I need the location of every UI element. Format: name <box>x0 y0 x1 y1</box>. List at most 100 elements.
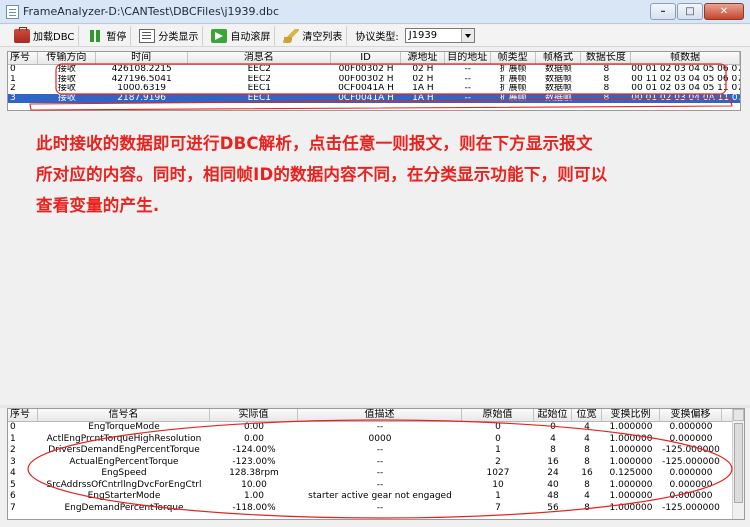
auto-scroll-button[interactable]: 自动滚屏 <box>207 25 276 46</box>
col-header-start-bit[interactable]: 起始位 <box>534 409 572 421</box>
cell-index: 0 <box>10 65 16 74</box>
table-row[interactable]: 3 ActualEngPercentTorque -123.00% -- 2 16 8 1.0… <box>8 457 744 469</box>
table-row[interactable]: 1 接收 427196.5041 EEC2 00F00302 H 02 H -- 扩展帧 数据帧… <box>8 75 740 85</box>
cell-raw-value: 1 <box>495 445 501 455</box>
toolbar: 加载DBC 暂停 分类显示 自动滚屏 清空列表 协议类型: J1939 <box>0 25 750 47</box>
protocol-label: 协议类型: <box>355 32 399 43</box>
table-row[interactable]: 2 接收 1000.6319 EEC1 0CF0041A H 1A H -- 扩展帧 数据帧 8 0… <box>8 84 740 94</box>
cell-direction: 接收 <box>57 84 76 93</box>
col-header-signal-name[interactable]: 信号名 <box>38 409 210 421</box>
cell-scale: 1.000000 <box>609 422 653 432</box>
cell-index: 4 <box>10 468 16 478</box>
load-dbc-label: 加载DBC <box>33 32 75 43</box>
cell-frame-type: 扩展帧 <box>499 65 527 74</box>
table-row[interactable]: 4 EngSpeed 128.38rpm -- 1027 24 16 0.125000 0.00… <box>8 468 744 480</box>
annotation-line-2: 所对应的内容。同时，相同帧ID的数据内容不同，在分类显示功能下，则可以 <box>36 165 608 184</box>
cell-index: 3 <box>10 456 16 467</box>
protocol-select[interactable]: J1939 <box>404 28 475 43</box>
table-row[interactable]: 2 DriversDemandEngPercentTorque -124.00% --… <box>8 445 744 457</box>
main-window: FrameAnalyzer-D:\CANTest\DBCFiles\j1939.… <box>0 0 750 527</box>
app-icon <box>6 5 19 19</box>
cell-value-description: -- <box>376 422 384 432</box>
cell-actual-value: -118.00% <box>232 502 276 513</box>
cell-offset: 0.000000 <box>669 491 713 501</box>
frame-table-body: 0 接收 426108.2215 EEC2 00F00302 H 02 H -- 扩展帧 数据帧… <box>8 65 740 103</box>
col-header-frame-format[interactable]: 帧格式 <box>536 52 582 64</box>
cell-source: 1A H <box>412 93 434 103</box>
maximize-button[interactable]: □ <box>677 3 703 20</box>
cell-bit-width: 8 <box>584 445 590 455</box>
cell-start-bit: 56 <box>547 502 559 513</box>
cell-offset: -125.000000 <box>662 502 720 513</box>
cell-value-description: starter active gear not engaged <box>308 491 452 501</box>
vertical-scrollbar[interactable] <box>732 409 744 519</box>
table-row[interactable]: 3 接收 2187.9196 EEC1 0CF0041A H 1A H -- 扩展帧 数据帧 8 0… <box>8 93 740 103</box>
cell-start-bit: 8 <box>550 445 556 455</box>
cell-start-bit: 0 <box>550 422 556 432</box>
cell-actual-value: -124.00% <box>232 445 276 455</box>
cell-time: 427196.5041 <box>111 74 172 84</box>
col-header-frame-type[interactable]: 帧类型 <box>491 52 536 64</box>
col-header-id[interactable]: ID <box>331 52 401 64</box>
close-button[interactable]: ✕ <box>704 3 744 20</box>
cell-frame-type: 扩展帧 <box>499 74 527 84</box>
cell-actual-value: 0.00 <box>243 422 265 432</box>
col-header-index[interactable]: 序号 <box>8 409 38 421</box>
cell-frame-data: 00 01 02 03 04 0A 11 07 <box>631 93 740 103</box>
cell-frame-format: 数据帧 <box>544 84 572 93</box>
col-header-time[interactable]: 时间 <box>96 52 188 64</box>
col-header-destination[interactable]: 目的地址 <box>445 52 491 64</box>
cell-value-description: -- <box>376 479 384 490</box>
col-header-scale[interactable]: 变换比例 <box>602 409 660 421</box>
cell-message-name: EEC1 <box>247 93 272 103</box>
cell-index: 6 <box>10 491 16 501</box>
cell-actual-value: 0.00 <box>243 433 265 444</box>
classify-button[interactable]: 分类显示 <box>135 25 204 46</box>
table-row[interactable]: 0 EngTorqueMode 0.00 -- 0 0 4 1.000000 0.000000 <box>8 422 744 434</box>
cell-scale: 1.000000 <box>609 479 653 490</box>
scroll-up-icon[interactable] <box>733 409 744 421</box>
col-header-index[interactable]: 序号 <box>8 52 38 64</box>
play-icon <box>211 28 228 43</box>
col-header-frame-data[interactable]: 帧数据 <box>631 52 740 64</box>
cell-data-length: 8 <box>603 84 610 93</box>
cell-raw-value: 2 <box>495 456 501 467</box>
cell-frame-format: 数据帧 <box>544 74 572 84</box>
col-header-actual-value[interactable]: 实际值 <box>210 409 298 421</box>
minimize-button[interactable]: – <box>650 3 676 20</box>
clear-list-label: 清空列表 <box>302 32 343 43</box>
col-header-offset[interactable]: 变换偏移 <box>660 409 722 421</box>
table-row[interactable]: 6 EngStarterMode 1.00 starter active gear n… <box>8 491 744 503</box>
col-header-message-name[interactable]: 消息名 <box>188 52 332 64</box>
col-header-raw-value[interactable]: 原始值 <box>462 409 534 421</box>
col-header-data-length[interactable]: 数据长度 <box>581 52 632 64</box>
cell-direction: 接收 <box>57 74 76 84</box>
table-row[interactable]: 1 ActlEngPrcntTorqueHighResolution 0.00 000… <box>8 434 744 446</box>
col-header-value-description[interactable]: 值描述 <box>298 409 462 421</box>
chevron-down-icon[interactable] <box>460 29 474 42</box>
cell-index: 0 <box>10 422 16 432</box>
window-title: FrameAnalyzer-D:\CANTest\DBCFiles\j1939.… <box>23 5 279 18</box>
table-row[interactable]: 0 接收 426108.2215 EEC2 00F00302 H 02 H -- 扩展帧 数据帧… <box>8 65 740 75</box>
load-dbc-button[interactable]: 加载DBC <box>10 25 80 46</box>
cell-value-description: -- <box>376 468 384 478</box>
cell-actual-value: 1.00 <box>243 491 265 501</box>
cell-time: 1000.6319 <box>117 84 166 93</box>
col-header-source[interactable]: 源地址 <box>401 52 445 64</box>
cell-actual-value: -123.00% <box>232 456 276 467</box>
clear-list-button[interactable]: 清空列表 <box>279 25 348 46</box>
cell-scale: 1.000000 <box>609 502 653 513</box>
cell-offset: 0.000000 <box>669 468 713 478</box>
scroll-thumb[interactable] <box>734 423 743 503</box>
cell-bit-width: 4 <box>584 422 590 432</box>
table-row[interactable]: 5 SrcAddrssOfCntrllngDvcForEngCtrl 10.00 --… <box>8 480 744 492</box>
table-row[interactable]: 7 EngDemandPercentTorque -118.00% -- 7 56 8 1.0… <box>8 503 744 515</box>
cell-destination: -- <box>464 93 472 103</box>
pause-button[interactable]: 暂停 <box>83 25 132 46</box>
pause-icon <box>87 29 103 43</box>
cell-message-name: EEC2 <box>247 65 272 74</box>
cell-frame-format: 数据帧 <box>544 93 572 103</box>
cell-signal-name: EngTorqueMode <box>88 422 160 432</box>
col-header-bit-width[interactable]: 位宽 <box>572 409 602 421</box>
col-header-direction[interactable]: 传输方向 <box>38 52 96 64</box>
